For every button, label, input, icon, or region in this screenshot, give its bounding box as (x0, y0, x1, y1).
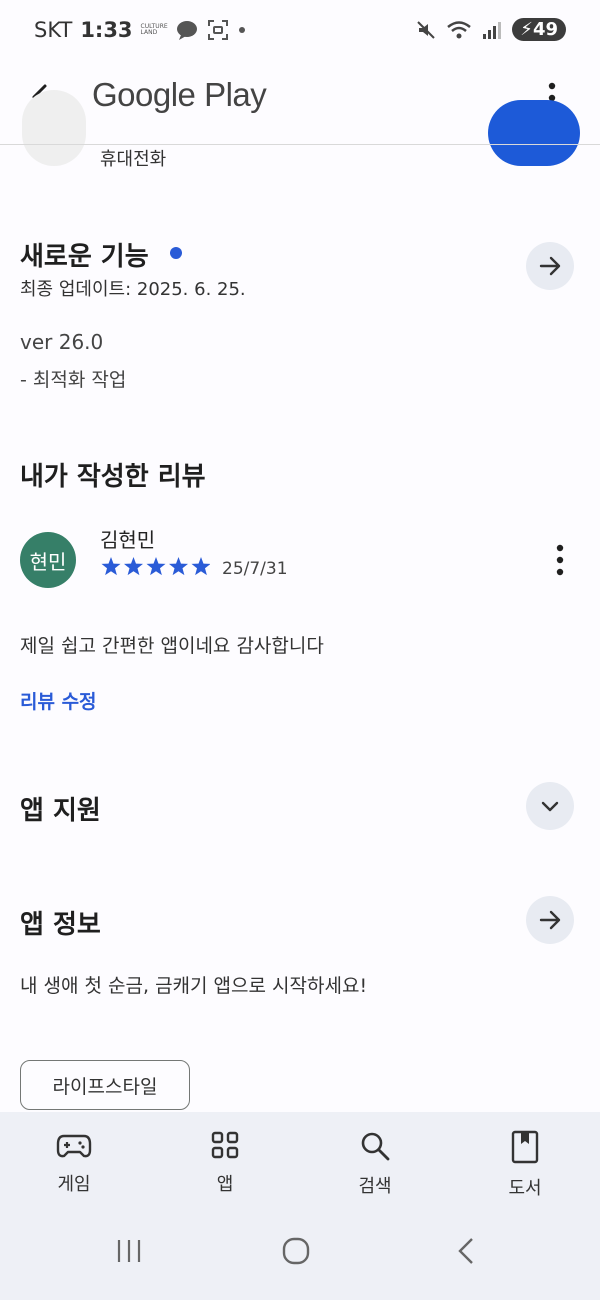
app-info-title: 앱 정보 (20, 910, 101, 940)
screenshot-icon (207, 20, 228, 40)
wifi-icon (447, 20, 472, 38)
star-icon (101, 557, 121, 576)
new-indicator-dot (170, 247, 182, 259)
app-description: 내 생애 첫 순금, 금캐기 앱으로 시작하세요! (20, 975, 368, 997)
star-icon (123, 557, 144, 576)
app-support-expand-button[interactable] (526, 782, 574, 830)
chat-bubble-icon (176, 21, 197, 40)
battery-level: 49 (532, 19, 558, 40)
app-info-arrow-button[interactable] (526, 896, 574, 944)
whats-new-title: 새로운 기능 (20, 242, 149, 272)
search-icon (361, 1132, 390, 1161)
apps-grid-icon (211, 1131, 239, 1159)
gamepad-icon (56, 1134, 92, 1158)
star-icon (191, 557, 211, 576)
recent-apps-icon[interactable] (114, 1236, 144, 1266)
avatar: 현민 (20, 532, 76, 588)
chevron-down-icon (541, 801, 559, 812)
nav-item-apps[interactable]: 앱 (165, 1130, 285, 1196)
app-bar-divider (0, 144, 600, 145)
reviewer-name: 김현민 (100, 528, 156, 552)
review-text: 제일 쉽고 간편한 앱이네요 감사합니다 (20, 635, 324, 657)
app-bar-title: Google Play (92, 76, 267, 113)
carrier-label: SKT (34, 18, 73, 42)
culture-land-logo: CULTURE LAND (140, 23, 168, 36)
status-left: SKT 1:33 CULTURE LAND (34, 18, 247, 42)
nav-item-games[interactable]: 게임 (14, 1130, 134, 1196)
app-icon-partial (22, 90, 86, 166)
nav-item-search[interactable]: 검색 (315, 1130, 435, 1198)
arrow-right-icon (539, 910, 561, 930)
nav-label-games: 게임 (57, 1174, 91, 1195)
device-type-label: 휴대전화 (100, 149, 167, 170)
mute-icon (417, 20, 436, 39)
review-more-icon[interactable] (548, 542, 572, 578)
star-rating (100, 556, 211, 582)
app-support-title: 앱 지원 (20, 796, 101, 826)
version-text: ver 26.0 (20, 330, 104, 354)
arrow-right-icon (539, 256, 561, 276)
signal-icon (483, 21, 502, 39)
edit-review-link[interactable]: 리뷰 수정 (20, 687, 97, 714)
last-updated-text: 최종 업데이트: 2025. 6. 25. (20, 279, 246, 300)
stars-svg (101, 557, 211, 576)
status-right: ⚡49 (416, 18, 566, 41)
home-icon[interactable] (281, 1236, 311, 1266)
star-icon (146, 557, 166, 576)
review-date: 25/7/31 (222, 559, 288, 579)
whats-new-arrow-button[interactable] (526, 242, 574, 290)
category-chip[interactable]: 라이프스타일 (20, 1060, 190, 1110)
nav-item-books[interactable]: 도서 (465, 1130, 585, 1200)
battery-indicator: ⚡49 (512, 18, 566, 41)
nav-label-apps: 앱 (216, 1174, 234, 1195)
star-icon (168, 557, 189, 576)
nav-label-books: 도서 (508, 1178, 542, 1199)
nav-label-search: 검색 (358, 1176, 392, 1197)
status-bar: SKT 1:33 CULTURE LAND ⚡49 (0, 0, 600, 60)
book-icon (511, 1130, 539, 1164)
release-notes: - 최적화 작업 (20, 369, 127, 391)
my-review-title: 내가 작성한 리뷰 (20, 462, 206, 492)
clock: 1:33 (80, 18, 133, 42)
notification-dot-icon (238, 27, 245, 33)
install-button-partial[interactable] (488, 100, 580, 166)
system-back-icon[interactable] (452, 1236, 482, 1266)
